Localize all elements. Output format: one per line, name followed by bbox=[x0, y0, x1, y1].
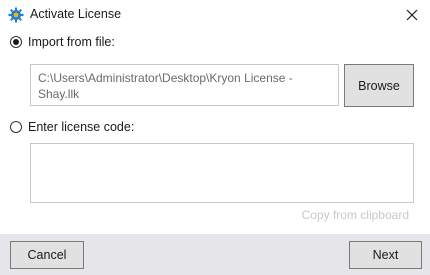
gear-icon bbox=[8, 7, 24, 23]
import-radio-indicator[interactable] bbox=[10, 36, 22, 48]
license-code-input[interactable] bbox=[30, 143, 414, 203]
cancel-button[interactable]: Cancel bbox=[10, 241, 84, 269]
copy-from-clipboard-link[interactable]: Copy from clipboard bbox=[302, 208, 409, 222]
close-icon bbox=[406, 9, 418, 21]
footer-bar: Cancel Next bbox=[0, 234, 430, 275]
code-radio-label: Enter license code: bbox=[28, 120, 135, 134]
close-button[interactable] bbox=[394, 0, 430, 30]
browse-button[interactable]: Browse bbox=[344, 64, 414, 107]
enter-license-code-radio[interactable]: Enter license code: bbox=[10, 120, 134, 134]
file-path-field[interactable]: C:\Users\Administrator\Desktop\Kryon Lic… bbox=[30, 64, 339, 106]
import-radio-label: Import from file: bbox=[28, 35, 115, 49]
code-radio-indicator[interactable] bbox=[10, 121, 22, 133]
import-from-file-radio[interactable]: Import from file: bbox=[10, 35, 115, 49]
window-title: Activate License bbox=[30, 7, 122, 21]
next-button[interactable]: Next bbox=[349, 241, 422, 269]
title-bar: Activate License bbox=[0, 0, 430, 30]
